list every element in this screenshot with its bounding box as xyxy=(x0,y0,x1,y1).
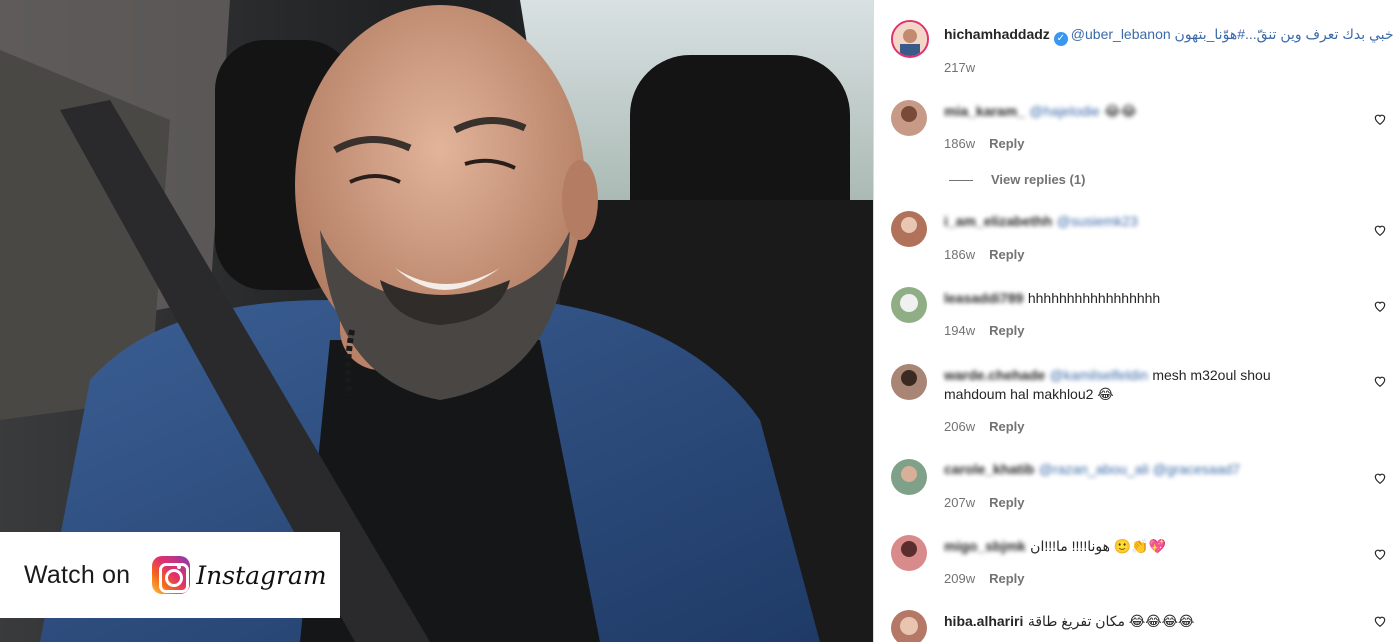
comment-username[interactable]: i_am_elizabethh xyxy=(944,213,1052,229)
instagram-icon xyxy=(152,556,191,594)
comment-text: mesh m32oul shou xyxy=(1152,367,1271,383)
like-heart-icon[interactable] xyxy=(1373,374,1387,388)
avatar[interactable] xyxy=(891,100,927,136)
comment-text: مكان تفريغ طاقة 😂😂😂😂 xyxy=(1027,613,1195,629)
post-caption: hichamhaddadz ✓ @uber_lebanon خبي بدك تعرف… xyxy=(874,18,1400,78)
comment-item: i_am_elizabethh @susiemk23 186w Reply xyxy=(874,211,1400,271)
comment-time: 207w xyxy=(944,495,976,510)
comment-mention[interactable]: @razan_abou_ali @gracesaad7 xyxy=(1039,461,1240,477)
comment-username[interactable]: mia_karam_ xyxy=(944,103,1025,119)
comment-username[interactable]: warde.chehade xyxy=(944,367,1045,383)
instagram-wordmark: Instagram xyxy=(196,560,327,590)
comment-text: هونا!!!! ما!!!ان 🙂👏💖 xyxy=(1030,538,1167,554)
comment-username[interactable]: hiba.alhariri xyxy=(944,613,1023,629)
verified-badge-icon: ✓ xyxy=(1053,32,1068,46)
comment-time: 186w xyxy=(944,136,976,151)
divider xyxy=(949,180,973,182)
avatar[interactable] xyxy=(891,364,927,400)
reply-button[interactable]: Reply xyxy=(989,323,1024,338)
view-replies-button[interactable]: View replies (1) xyxy=(949,172,1085,187)
comment-item: hiba.alhariri مكان تفريغ طاقة 😂😂😂😂 xyxy=(874,610,1400,642)
post-username[interactable]: hichamhaddadz xyxy=(944,26,1050,42)
avatar[interactable] xyxy=(891,610,927,642)
reply-button[interactable]: Reply xyxy=(989,495,1024,510)
reply-button[interactable]: Reply xyxy=(989,571,1024,586)
comment-item: mia_karam_ @hajelodie 😂😂 186w Reply xyxy=(874,100,1400,160)
avatar[interactable] xyxy=(891,211,927,247)
comment-username[interactable]: leasaddi789 xyxy=(944,290,1023,306)
like-heart-icon[interactable] xyxy=(1373,547,1387,561)
like-heart-icon[interactable] xyxy=(1373,223,1387,237)
post-caption-text: @uber_lebanon خبي بدك تعرف وين تنقّ...#ه… xyxy=(1070,26,1394,42)
comment-time: 194w xyxy=(944,323,976,338)
post-time: 217w xyxy=(944,60,976,75)
comment-time: 186w xyxy=(944,247,976,262)
comment-username[interactable]: migo_sbjmk xyxy=(944,538,1026,554)
like-heart-icon[interactable] xyxy=(1373,614,1387,628)
comment-item: warde.chehade @kamilselfeldin mesh m32ou… xyxy=(874,364,1400,444)
reply-button[interactable]: Reply xyxy=(989,247,1024,262)
comment-mention[interactable]: @susiemk23 xyxy=(1057,213,1138,229)
like-heart-icon[interactable] xyxy=(1373,471,1387,485)
video-player[interactable]: Watch on Instagram xyxy=(0,0,873,642)
comment-username[interactable]: carole_khatib xyxy=(944,461,1034,477)
avatar[interactable] xyxy=(891,20,929,58)
comment-text-continued: mahdoum hal makhlou2 😂 xyxy=(944,386,1114,402)
reply-button[interactable]: Reply xyxy=(989,136,1024,151)
watch-label: Watch on xyxy=(24,560,131,589)
like-heart-icon[interactable] xyxy=(1373,112,1387,126)
watch-on-instagram-button[interactable]: Watch on Instagram xyxy=(0,532,340,618)
avatar[interactable] xyxy=(891,459,927,495)
comment-item: leasaddi789 hhhhhhhhhhhhhhhhh 194w Reply xyxy=(874,287,1400,347)
comment-item: carole_khatib @razan_abou_ali @gracesaad… xyxy=(874,459,1400,519)
comment-item: migo_sbjmk هونا!!!! ما!!!ان 🙂👏💖 209w Repl… xyxy=(874,535,1400,595)
avatar[interactable] xyxy=(891,287,927,323)
comment-mention[interactable]: @kamilselfeldin xyxy=(1050,367,1148,383)
view-replies-label: View replies (1) xyxy=(991,172,1086,187)
comment-mention[interactable]: @hajelodie xyxy=(1029,103,1099,119)
comments-panel[interactable]: hichamhaddadz ✓ @uber_lebanon خبي بدك تعرف… xyxy=(873,0,1400,642)
reply-button[interactable]: Reply xyxy=(989,419,1024,434)
comment-text: 😂😂 xyxy=(1104,103,1137,119)
comment-time: 209w xyxy=(944,571,976,586)
comment-text: hhhhhhhhhhhhhhhhh xyxy=(1027,290,1161,306)
like-heart-icon[interactable] xyxy=(1373,299,1387,313)
comment-time: 206w xyxy=(944,419,976,434)
avatar[interactable] xyxy=(891,535,927,571)
